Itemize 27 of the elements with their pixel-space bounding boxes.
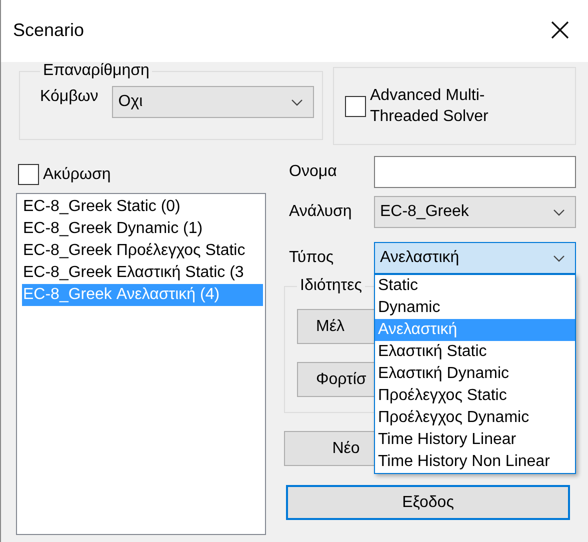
checkbox[interactable] bbox=[345, 96, 366, 116]
chevron-icon bbox=[291, 98, 304, 106]
window-title: Scenario bbox=[13, 20, 84, 40]
checkbox-label: Ακύρωση bbox=[43, 166, 111, 184]
list-item[interactable]: EC-8_Greek Ελαστική Static (3 bbox=[22, 262, 263, 284]
action-button[interactable]: Εξοδος bbox=[286, 485, 570, 520]
nodes-dropdown[interactable]: Οχι bbox=[112, 86, 314, 118]
checkbox-label: Advanced Multi-Threaded Solver bbox=[370, 86, 490, 127]
group-title: Ιδιότητες bbox=[299, 277, 363, 295]
dropdown-option[interactable]: Static bbox=[375, 275, 575, 297]
nodes-label: Κόμβων bbox=[40, 88, 98, 106]
name-field[interactable] bbox=[374, 156, 576, 188]
dropdown-option[interactable]: Προέλεγχος Dynamic bbox=[375, 407, 575, 429]
list-item[interactable]: EC-8_Greek Static (0) bbox=[22, 196, 263, 218]
type-dropdown[interactable]: Ανελαστική bbox=[374, 242, 576, 274]
name-label: Ονομα bbox=[288, 163, 338, 181]
dropdown-option[interactable]: Ελαστική Static bbox=[375, 341, 575, 363]
analysis-dropdown[interactable]: EC-8_Greek bbox=[374, 196, 576, 228]
list-item[interactable]: EC-8_Greek Προέλεγχος Static bbox=[22, 240, 263, 262]
type-label: Τύπος bbox=[288, 249, 335, 267]
list-item[interactable]: EC-8_Greek Dynamic (1) bbox=[22, 218, 263, 240]
chevron-icon bbox=[553, 208, 565, 216]
group-title: Επαναρίθμηση bbox=[42, 62, 150, 80]
close-icon[interactable] bbox=[551, 21, 569, 39]
checkbox[interactable] bbox=[18, 164, 39, 185]
analysis-label: Ανάλυση bbox=[288, 203, 353, 221]
chevron-icon bbox=[553, 254, 565, 262]
